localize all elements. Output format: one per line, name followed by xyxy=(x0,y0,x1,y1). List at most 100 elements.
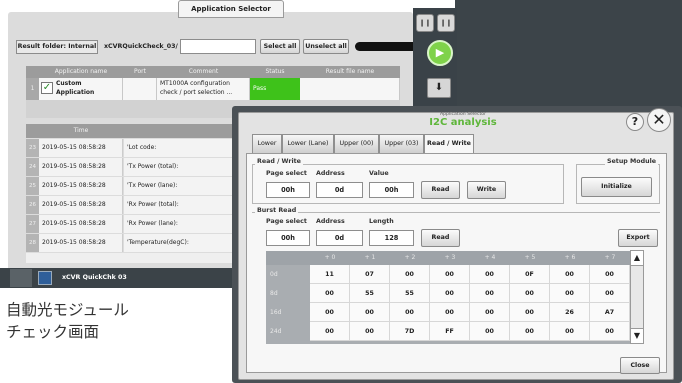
rw-value-input[interactable]: 00h xyxy=(369,182,414,198)
log-row-number: 24 xyxy=(26,158,39,176)
taskbar-button[interactable] xyxy=(10,269,32,287)
write-button[interactable]: Write xyxy=(467,181,506,199)
grid-cell[interactable]: 00 xyxy=(310,284,350,303)
log-time: 2019-05-15 08:58:28 xyxy=(39,177,123,195)
play-icon[interactable]: ▶ xyxy=(427,40,453,66)
result-file-name: xCVRQuickCheck_03/ xyxy=(104,43,178,50)
grid-column-header: + 2 xyxy=(390,251,430,265)
grid-cell[interactable]: 00 xyxy=(550,265,590,284)
tab-upper-00[interactable]: Upper (00) xyxy=(334,134,379,153)
scroll-up-icon[interactable]: ▲ xyxy=(630,250,644,266)
export-button[interactable]: Export xyxy=(618,229,658,247)
grid-partial-row xyxy=(266,341,630,344)
grid-cell[interactable]: 00 xyxy=(590,284,630,303)
grid-cell[interactable]: 0F xyxy=(510,265,550,284)
comment-line1: MT1000A configuration xyxy=(160,80,230,87)
grid-column-header: + 6 xyxy=(550,251,590,265)
grid-cell[interactable]: 55 xyxy=(390,284,430,303)
grid-cell[interactable]: 00 xyxy=(470,303,510,322)
grid-cell[interactable]: 00 xyxy=(310,322,350,341)
grid-cell[interactable]: 00 xyxy=(430,303,470,322)
grid-cell[interactable]: 00 xyxy=(470,284,510,303)
log-corner xyxy=(26,124,39,138)
tab-lower[interactable]: Lower xyxy=(252,134,282,153)
grid-cell[interactable]: 07 xyxy=(350,265,390,284)
log-header-message xyxy=(123,124,240,138)
status-badge: Pass xyxy=(250,78,300,100)
burst-page-select-input[interactable]: 00h xyxy=(266,230,310,246)
log-row-number: 26 xyxy=(26,196,39,214)
burst-address-label: Address xyxy=(316,218,345,225)
log-time: 2019-05-15 08:58:28 xyxy=(39,158,123,176)
log-time: 2019-05-15 08:58:28 xyxy=(39,196,123,214)
burst-read-button[interactable]: Read xyxy=(421,229,460,247)
grid-cell[interactable]: 00 xyxy=(430,265,470,284)
log-message: 'Temperature(degC): xyxy=(124,234,240,252)
log-row-number: 28 xyxy=(26,234,39,252)
grid-cell[interactable]: 00 xyxy=(390,303,430,322)
grid-cell[interactable]: FF xyxy=(430,322,470,341)
grid-cell[interactable]: 00 xyxy=(550,322,590,341)
list-item[interactable]: 23 2019-05-15 08:58:28 'Lot code: xyxy=(26,139,240,158)
grid-cell[interactable]: 00 xyxy=(510,303,550,322)
unselect-all-button[interactable]: Unselect all xyxy=(303,39,349,54)
log-message: 'Tx Power (total): xyxy=(124,158,240,176)
panel-icon[interactable]: ❙❙ xyxy=(437,14,455,32)
rw-page-select-input[interactable]: 00h xyxy=(266,182,310,198)
initialize-button[interactable]: Initialize xyxy=(581,177,652,197)
grid-cell[interactable]: 55 xyxy=(350,284,390,303)
close-button[interactable]: Close xyxy=(620,357,660,374)
grid-cell[interactable]: A7 xyxy=(590,303,630,322)
burst-length-input[interactable]: 128 xyxy=(369,230,414,246)
grid-cell[interactable]: 11 xyxy=(310,265,350,284)
burst-address-input[interactable]: 0d xyxy=(316,230,363,246)
grid-cell[interactable]: 00 xyxy=(430,284,470,303)
log-partial-row xyxy=(26,253,240,263)
file-name-input[interactable] xyxy=(180,39,256,54)
grid-cell[interactable]: 00 xyxy=(310,303,350,322)
save-icon[interactable]: ⬇ xyxy=(427,78,451,98)
app-icon[interactable] xyxy=(38,271,52,285)
close-icon[interactable]: ✕ xyxy=(647,108,671,132)
select-all-button[interactable]: Select all xyxy=(260,39,300,54)
grid-column-header: + 5 xyxy=(510,251,550,265)
grid-cell[interactable]: 00 xyxy=(510,322,550,341)
list-item[interactable]: 28 2019-05-15 08:58:28 'Temperature(degC… xyxy=(26,234,240,253)
scroll-down-icon[interactable]: ▼ xyxy=(630,328,644,344)
log-message: 'Rx Power (total): xyxy=(124,196,240,214)
grid-cell[interactable]: 00 xyxy=(470,265,510,284)
list-item[interactable]: 24 2019-05-15 08:58:28 'Tx Power (total)… xyxy=(26,158,240,177)
checkbox-checked-icon[interactable]: ✓ xyxy=(41,82,53,94)
read-button[interactable]: Read xyxy=(421,181,460,199)
grid-column-header: + 4 xyxy=(470,251,510,265)
grid-row-header: 0d xyxy=(266,265,310,284)
help-button[interactable]: ? xyxy=(626,113,644,131)
tab-upper-03[interactable]: Upper (03) xyxy=(379,134,424,153)
grid-cell[interactable]: 00 xyxy=(350,303,390,322)
rw-address-input[interactable]: 0d xyxy=(316,182,363,198)
tab-lower-lane[interactable]: Lower (Lane) xyxy=(282,134,334,153)
taskbar-app-label[interactable]: xCVR QuickChk 03 xyxy=(62,271,127,285)
list-item[interactable]: 26 2019-05-15 08:58:28 'Rx Power (total)… xyxy=(26,196,240,215)
log-message: 'Tx Power (lane): xyxy=(124,177,240,195)
grid-cell[interactable]: 00 xyxy=(390,265,430,284)
grid-cell[interactable]: 00 xyxy=(590,322,630,341)
background-panel xyxy=(455,0,682,110)
column-header-result-file-name: Result file name xyxy=(300,66,400,78)
grid-cell[interactable]: 26 xyxy=(550,303,590,322)
grid-cell[interactable]: 00 xyxy=(550,284,590,303)
grid-cell[interactable]: 00 xyxy=(590,265,630,284)
tab-read-write[interactable]: Read / Write xyxy=(424,134,474,154)
grid-row-header: 8d xyxy=(266,284,310,303)
list-item[interactable]: 27 2019-05-15 08:58:28 'Rx Power (lane): xyxy=(26,215,240,234)
grid-cell[interactable]: 7D xyxy=(390,322,430,341)
grid-cell[interactable]: 00 xyxy=(470,322,510,341)
application-selector-title: Application Selector xyxy=(178,0,284,18)
list-item[interactable]: 25 2019-05-15 08:58:28 'Tx Power (lane): xyxy=(26,177,240,196)
pause-icon[interactable]: ❙❙ xyxy=(416,14,434,32)
table-row[interactable]: ✓ Custom Application xyxy=(39,78,123,100)
grid-column-header: + 7 xyxy=(590,251,630,265)
column-header-status: Status xyxy=(250,66,300,78)
grid-cell[interactable]: 00 xyxy=(350,322,390,341)
grid-cell[interactable]: 00 xyxy=(510,284,550,303)
